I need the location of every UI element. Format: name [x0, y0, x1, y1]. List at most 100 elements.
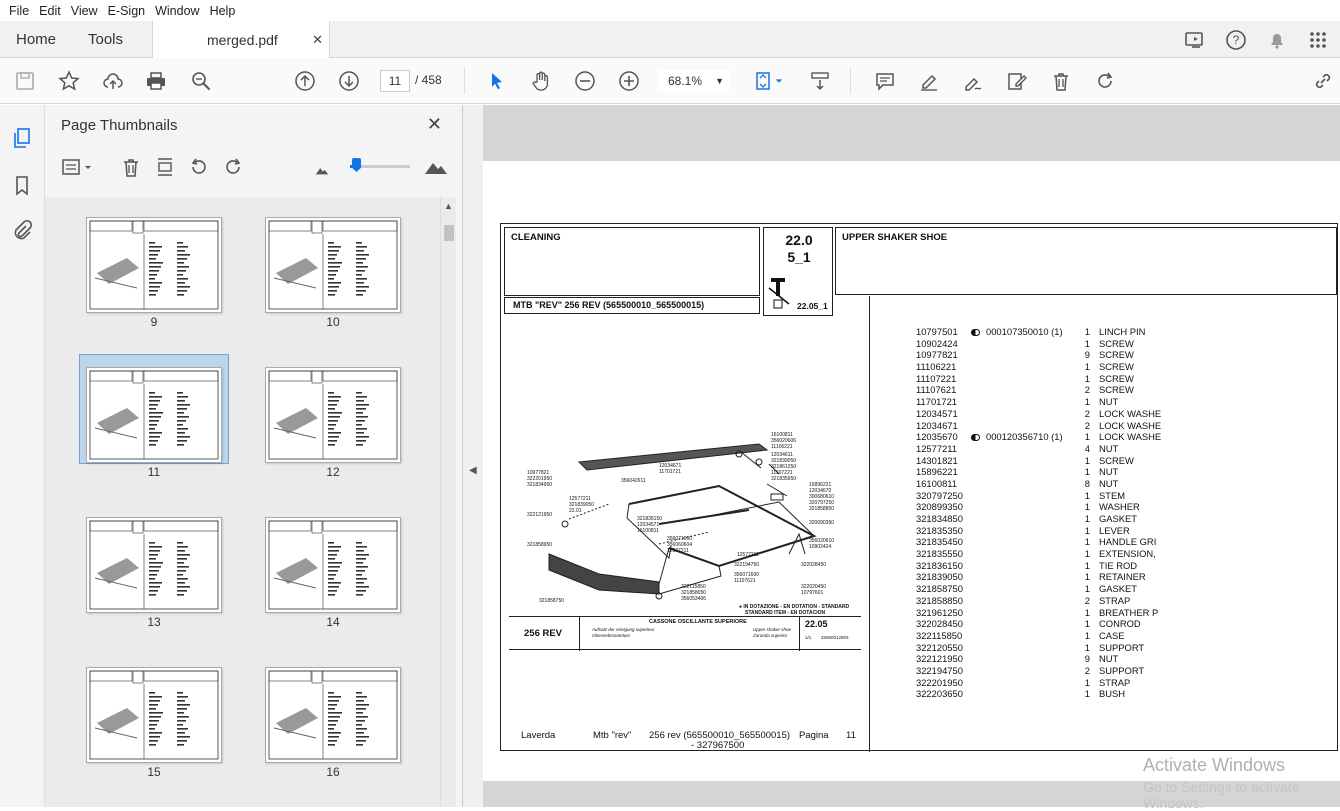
thumbnail-scrollbar[interactable]: ▲ — [440, 197, 456, 807]
part-qty: 4 — [1084, 442, 1090, 454]
upload-cloud-icon[interactable] — [101, 69, 125, 93]
part-description: SUPPORT — [1099, 641, 1145, 653]
page-thumbnail[interactable] — [265, 217, 401, 313]
part-description: SCREW — [1099, 337, 1134, 349]
sign-icon[interactable] — [961, 69, 985, 93]
footer-range-continued: - 327967500 — [691, 740, 745, 751]
part-description: SCREW — [1099, 372, 1134, 384]
zoom-in-icon[interactable] — [617, 69, 641, 93]
part-description: SCREW — [1099, 361, 1134, 373]
page-number-input[interactable]: 11 — [380, 70, 410, 92]
page-thumbnail[interactable] — [86, 517, 222, 613]
options-menu-icon[interactable] — [61, 155, 93, 179]
menu-file[interactable]: File — [4, 4, 34, 18]
part-description: RETAINER — [1099, 571, 1146, 583]
part-description: BUSH — [1099, 688, 1126, 700]
star-icon[interactable] — [57, 69, 81, 93]
part-code: 10902424 — [916, 337, 958, 349]
part-description: SCREW — [1099, 384, 1134, 396]
slider-handle[interactable] — [352, 158, 361, 172]
share-screen-icon[interactable] — [1183, 28, 1207, 52]
rotate-left-icon[interactable] — [187, 155, 211, 179]
thumbnail-size-slider[interactable] — [350, 158, 410, 172]
print-icon[interactable] — [144, 69, 168, 93]
scroll-mode-icon[interactable] — [808, 69, 832, 93]
part-code: 320899350 — [916, 501, 963, 513]
part-qty: 1 — [1084, 501, 1090, 513]
part-code: 12034671 — [916, 419, 958, 431]
page-thumbnail[interactable] — [86, 367, 222, 463]
part-description: GASKET — [1099, 513, 1138, 524]
delete-page-icon[interactable] — [119, 155, 143, 179]
insert-page-icon[interactable] — [153, 155, 177, 179]
section-code-line1: 22.0 — [785, 232, 813, 248]
svg-text:320090350: 320090350 — [809, 520, 834, 526]
page-thumbnail[interactable] — [86, 217, 222, 313]
menu-help[interactable]: Help — [205, 4, 241, 18]
part-code: 322120550 — [916, 641, 963, 653]
svg-text:16100811: 16100811 — [637, 528, 659, 534]
part-qty: 1 — [1084, 559, 1090, 571]
collapse-arrow-icon[interactable]: ◀ — [469, 465, 477, 476]
close-icon[interactable]: ✕ — [312, 32, 323, 48]
menu-esign[interactable]: E-Sign — [103, 4, 151, 18]
part-description: LOCK WASHE — [1099, 407, 1162, 419]
hand-tool-icon[interactable] — [529, 69, 553, 93]
bell-icon[interactable] — [1265, 28, 1289, 52]
part-qty: 1 — [1084, 337, 1090, 349]
part-ref-cell: 000120356710 (1) — [971, 431, 1063, 443]
svg-text:11107621: 11107621 — [734, 578, 756, 584]
document-viewer[interactable]: CLEANING MTB "REV" 256 REV (565500010_56… — [483, 105, 1340, 811]
menu-edit[interactable]: Edit — [34, 4, 66, 18]
zoom-out-icon[interactable] — [573, 69, 597, 93]
redo-icon[interactable] — [1093, 69, 1117, 93]
chevron-down-icon[interactable] — [773, 69, 785, 93]
select-cursor-icon[interactable] — [485, 69, 509, 93]
search-zoom-icon[interactable] — [189, 69, 213, 93]
zoom-select[interactable]: 68.1% ▼ — [658, 70, 730, 92]
part-qty: 1 — [1084, 466, 1090, 478]
menu-window[interactable]: Window — [150, 4, 204, 18]
scrollbar-thumb[interactable] — [444, 225, 454, 241]
page-thumbnail[interactable] — [86, 667, 222, 763]
page-thumbnail[interactable] — [265, 367, 401, 463]
save-icon[interactable] — [13, 69, 37, 93]
part-ref: 000107350010 (1) — [986, 326, 1063, 337]
menu-view[interactable]: View — [66, 4, 103, 18]
page-thumbnail[interactable] — [265, 517, 401, 613]
document-tab[interactable]: merged.pdf ✕ — [152, 21, 330, 58]
thumbnail-grid: 9 10 11 12 13 14 15 16 — [45, 197, 440, 807]
chevron-up-icon[interactable]: ▲ — [444, 201, 453, 211]
parts-catalog-page: CLEANING MTB "REV" 256 REV (565500010_56… — [500, 223, 1338, 752]
column-divider — [869, 296, 870, 752]
part-qty: 1 — [1084, 524, 1090, 536]
delete-icon[interactable] — [1049, 69, 1073, 93]
close-icon[interactable]: ✕ — [427, 114, 442, 135]
part-qty: 1 — [1084, 571, 1090, 583]
left-rail — [0, 105, 45, 807]
bookmark-icon[interactable] — [10, 173, 34, 197]
part-description: STEM — [1099, 489, 1126, 501]
tab-tools[interactable]: Tools — [88, 21, 123, 58]
thumbnail-page-number: 14 — [326, 615, 340, 629]
svg-text:356053406: 356053406 — [681, 596, 706, 602]
edit-document-icon[interactable] — [1005, 69, 1029, 93]
help-icon[interactable]: ? — [1224, 28, 1248, 52]
share-link-icon[interactable] — [1311, 69, 1335, 93]
part-description: STRAP — [1099, 676, 1131, 688]
large-thumbnails-icon[interactable] — [423, 154, 449, 178]
panel-collapse-bar[interactable]: ◀ — [463, 105, 483, 807]
thumbnail-page-number: 15 — [147, 765, 161, 779]
comment-icon[interactable] — [873, 69, 897, 93]
page-up-icon[interactable] — [293, 69, 317, 93]
apps-grid-icon[interactable] — [1306, 28, 1330, 52]
highlight-pen-icon[interactable] — [917, 69, 941, 93]
tab-home[interactable]: Home — [16, 21, 56, 58]
page-thumbnail[interactable] — [265, 667, 401, 763]
attachment-icon[interactable] — [10, 218, 34, 242]
rotate-right-icon[interactable] — [221, 155, 245, 179]
part-code: 11107221 — [916, 372, 957, 384]
page-down-icon[interactable] — [337, 69, 361, 93]
page-thumbnails-icon[interactable] — [10, 126, 34, 150]
small-thumbnails-icon[interactable] — [313, 157, 331, 181]
